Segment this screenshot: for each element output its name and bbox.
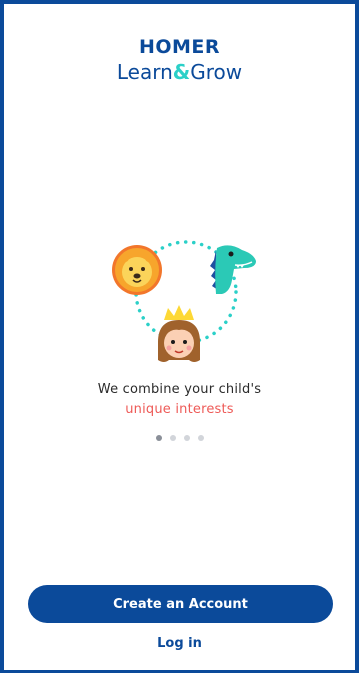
pagination-dots	[4, 435, 355, 441]
logo-tagline-learn: Learn	[116, 60, 173, 84]
create-account-button[interactable]: Create an Account	[28, 585, 333, 623]
interests-illustration	[104, 230, 264, 370]
pagination-dot-4[interactable]	[197, 435, 204, 441]
caption-line-1: We combine your child's	[97, 382, 262, 397]
interests-graphic	[112, 240, 256, 362]
login-link[interactable]: Log in	[4, 636, 355, 651]
princess-icon	[158, 305, 200, 362]
lion-icon	[112, 245, 162, 295]
logo-tagline-amp: &	[172, 60, 191, 84]
pagination-dot-3[interactable]	[183, 435, 190, 441]
app-logo: HOMER Learn&Grow	[4, 36, 355, 84]
onboarding-caption: We combine your child's unique interests	[4, 380, 355, 420]
pagination-dot-2[interactable]	[169, 435, 176, 441]
onboarding-screen: HOMER Learn&Grow We combine your child's…	[0, 0, 359, 673]
logo-tagline-grow: Grow	[190, 60, 243, 84]
logo-tagline: Learn&Grow	[4, 60, 355, 84]
logo-brand: HOMER	[138, 36, 221, 58]
caption-highlight: unique interests	[125, 402, 234, 417]
pagination-dot-1[interactable]	[155, 435, 162, 441]
dinosaur-icon	[210, 245, 256, 294]
